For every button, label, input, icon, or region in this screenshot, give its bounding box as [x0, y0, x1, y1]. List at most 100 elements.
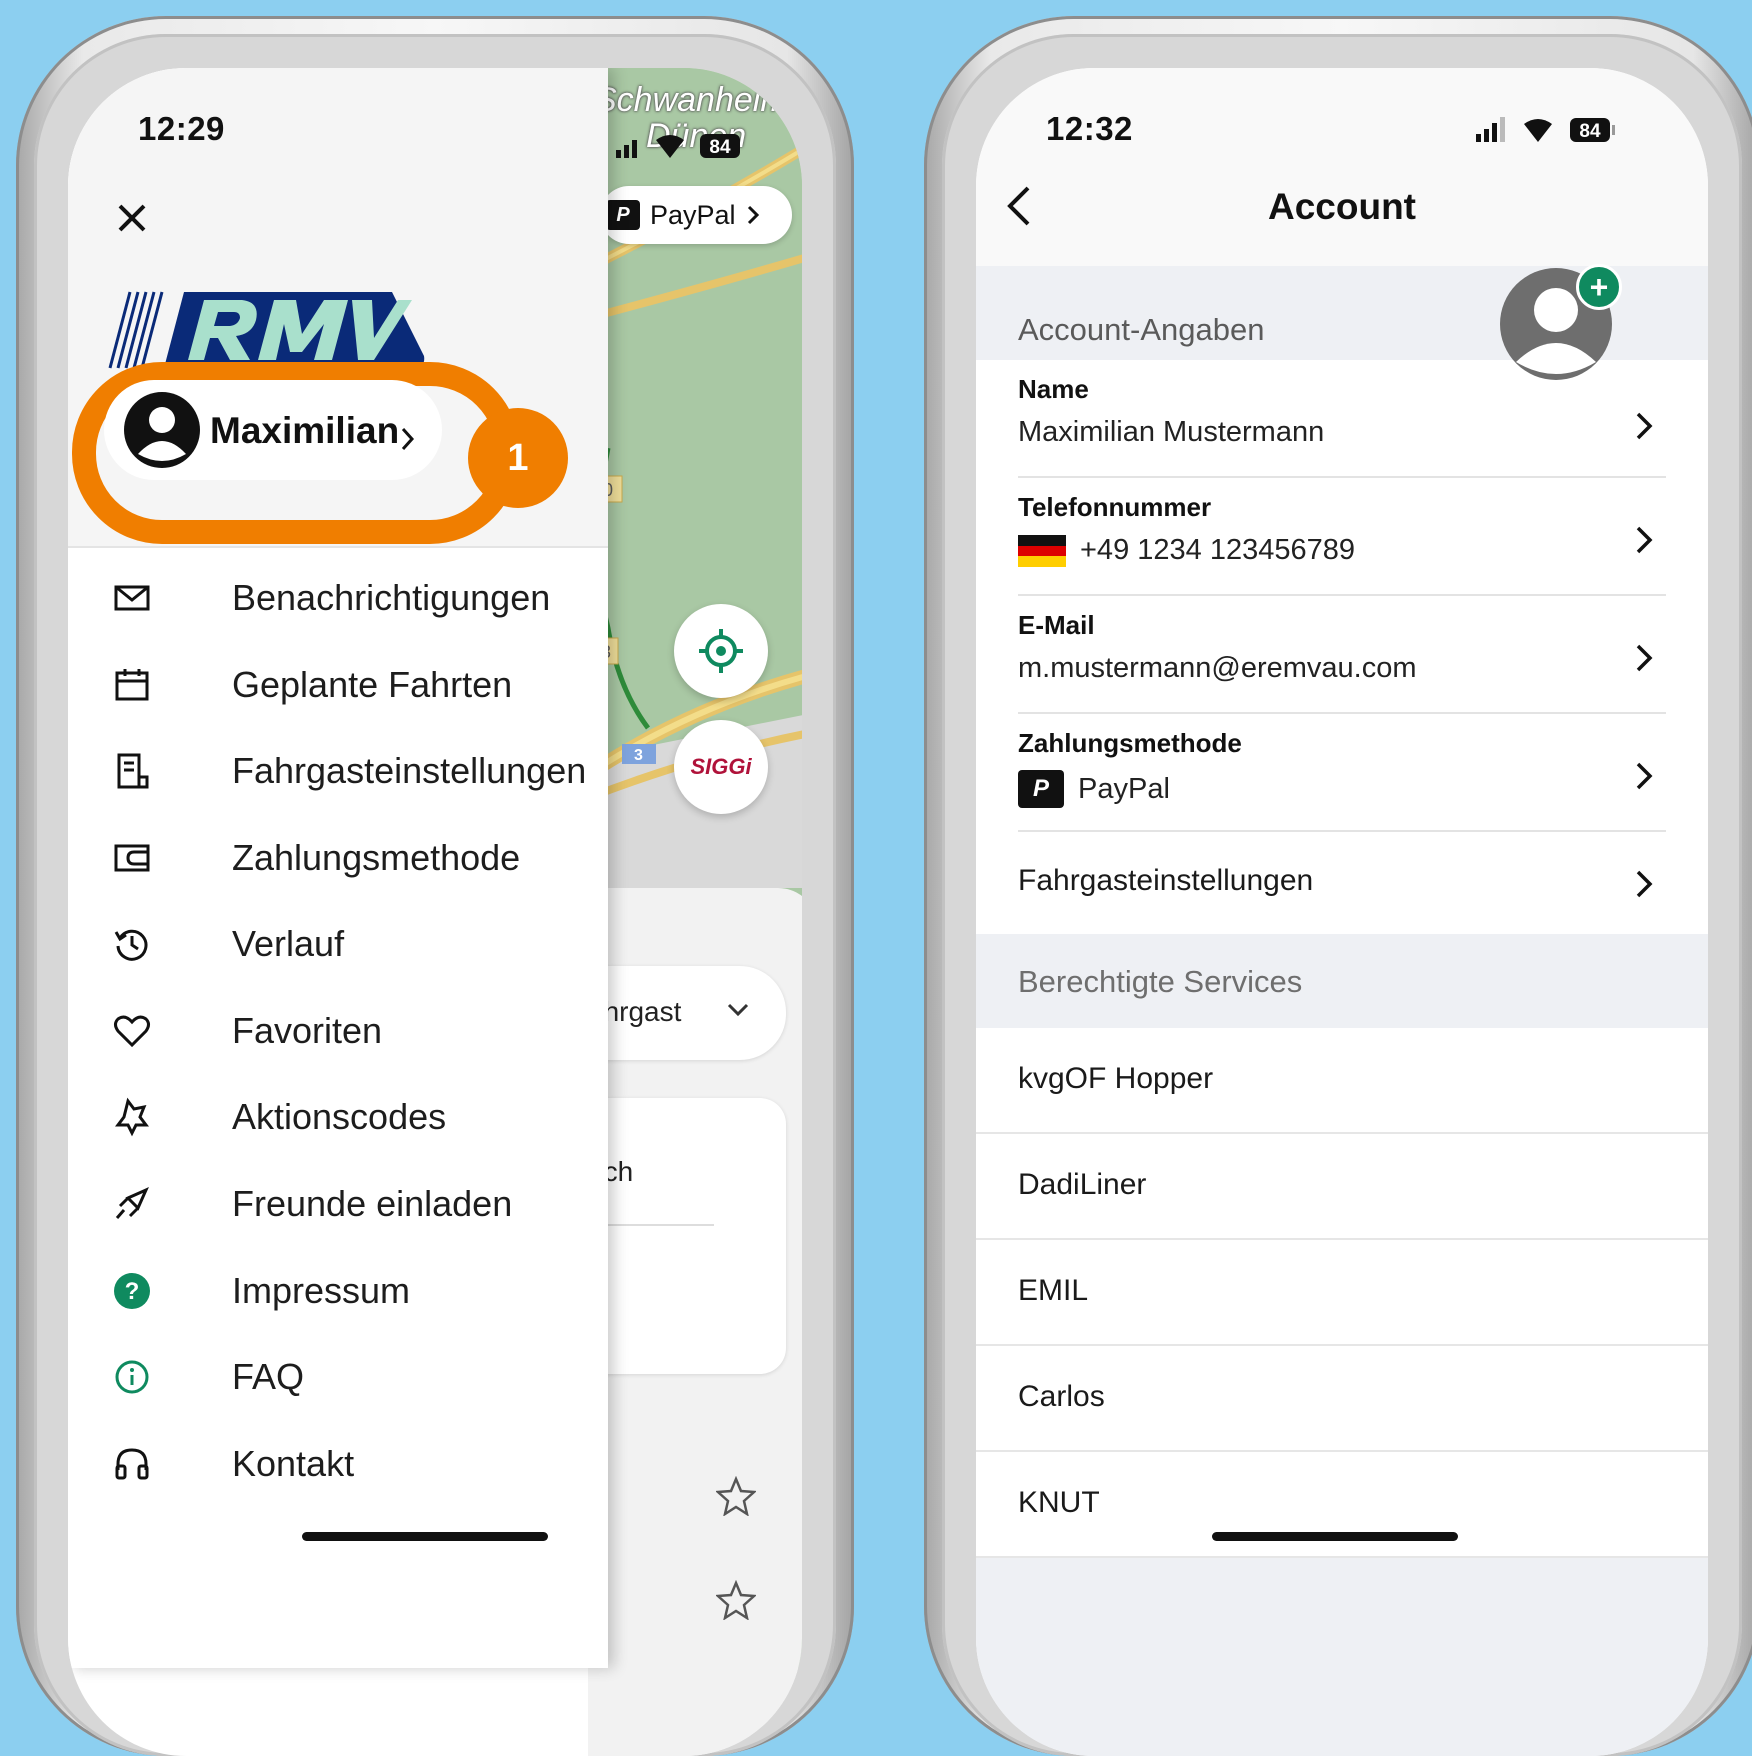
svg-text:?: ? [125, 1278, 140, 1305]
paypal-icon: P [1018, 770, 1064, 808]
passenger-dropdown[interactable]: ahrgast [588, 966, 786, 1060]
siggi-logo: SIGGi [690, 754, 752, 779]
home-indicator[interactable] [1212, 1532, 1458, 1541]
phone-value: +49 1234 123456789 [1080, 534, 1355, 566]
menu-label: Fahrgasteinstellungen [232, 750, 587, 791]
row-fahrgasteinstellungen[interactable]: Fahrgasteinstellungen [1018, 832, 1666, 932]
menu-label: Kontakt [232, 1443, 355, 1484]
screen-menu: 40 43 3 Schwanheimer Dünen P PayPal [68, 68, 802, 1756]
chevron-right-icon [1636, 762, 1653, 790]
close-icon[interactable] [112, 198, 152, 238]
screen-account: 12:32 84 Account Account-Angaben + Name … [976, 68, 1708, 1756]
heart-icon [114, 1015, 150, 1048]
menu-label: Benachrichtigungen [232, 577, 551, 618]
chevron-right-icon [1636, 526, 1653, 554]
home-indicator[interactable] [302, 1532, 548, 1541]
payment-value: PayPal [1078, 772, 1170, 805]
divider [68, 546, 608, 548]
star-icon[interactable] [716, 1476, 756, 1516]
promo-badge-icon [115, 1097, 149, 1137]
user-avatar-icon [124, 392, 200, 468]
destination-card[interactable]: ach [588, 1098, 786, 1374]
section-title: Account-Angaben [1018, 312, 1265, 347]
paypal-icon: P [606, 200, 640, 230]
passenger-settings-icon [117, 753, 149, 789]
service-row[interactable]: EMIL [976, 1240, 1708, 1346]
list-footer [976, 1558, 1708, 1756]
service-name: EMIL [1018, 1274, 1089, 1307]
service-name: Carlos [1018, 1380, 1105, 1413]
wallet-icon [114, 844, 150, 872]
chevron-right-icon [1636, 644, 1653, 672]
rocket-icon [115, 1187, 149, 1219]
menu-item-favoriten[interactable]: Favoriten [112, 1001, 592, 1061]
menu-item-verlauf[interactable]: Verlauf [112, 914, 592, 974]
phone-bezel: 12:32 84 Account Account-Angaben + Name … [942, 34, 1742, 1756]
envelope-icon [114, 585, 150, 611]
service-row[interactable]: KNUT [976, 1452, 1708, 1558]
field-value: P PayPal [1018, 770, 1170, 808]
headset-icon [115, 1448, 149, 1480]
history-icon [114, 929, 148, 961]
profile-name: Maximilian [210, 410, 400, 451]
service-row[interactable]: Carlos [976, 1346, 1708, 1452]
menu-item-kontakt[interactable]: Kontakt [112, 1434, 592, 1494]
locate-me-button[interactable] [674, 604, 768, 698]
booking-sheet: ahrgast ach [588, 888, 802, 1756]
service-row[interactable]: kvgOF Hopper [976, 1028, 1708, 1134]
nav-bar: 12:32 84 Account [976, 68, 1708, 266]
menu-label: Zahlungsmethode [232, 837, 521, 878]
menu-item-zahlungsmethode[interactable]: Zahlungsmethode [112, 828, 592, 888]
map-place-name: Schwanheimer [594, 81, 802, 119]
menu-label: Geplante Fahrten [232, 664, 513, 705]
star-icon[interactable] [716, 1580, 756, 1620]
menu-item-geplante-fahrten[interactable]: Geplante Fahrten [112, 655, 592, 715]
email-value: m.mustermann@eremvau.com [1018, 652, 1417, 684]
service-name: KNUT [1018, 1486, 1100, 1519]
chevron-right-icon [747, 205, 759, 225]
payment-pill-label: PayPal [650, 199, 736, 230]
menu-item-fahrgasteinstellungen[interactable]: Fahrgasteinstellungen [112, 741, 592, 801]
menu-item-benachrichtigungen[interactable]: Benachrichtigungen [112, 568, 592, 628]
field-value: m.mustermann@eremvau.com [1018, 652, 1417, 685]
field-telefonnummer[interactable]: Telefonnummer +49 1234 123456789 [1018, 478, 1666, 596]
field-label: E-Mail [1018, 610, 1095, 640]
section-title: Berechtigte Services [1018, 964, 1303, 999]
info-icon [115, 1360, 149, 1394]
payment-method-pill[interactable]: P PayPal [600, 186, 792, 244]
phone-bezel: 40 43 3 Schwanheimer Dünen P PayPal [34, 34, 836, 1756]
menu-label: Aktionscodes [232, 1096, 447, 1137]
service-row[interactable]: DadiLiner [976, 1134, 1708, 1240]
menu-label: Verlauf [232, 923, 345, 964]
menu-item-faq[interactable]: FAQ [112, 1347, 592, 1407]
status-icons: 84 [1476, 117, 1615, 142]
side-drawer: 12:29 Maximilian 1 Benachrichtigungen Ge… [68, 68, 608, 1668]
field-label: Telefonnummer [1018, 492, 1212, 522]
field-name[interactable]: Name Maximilian Mustermann [1018, 360, 1666, 478]
battery-level: 84 [709, 137, 731, 158]
calendar-icon [115, 669, 149, 701]
menu-label: Favoriten [232, 1010, 383, 1051]
menu-label: Impressum [232, 1270, 411, 1311]
field-label: Zahlungsmethode [1018, 728, 1242, 758]
chevron-right-icon [1636, 870, 1653, 898]
menu-label: FAQ [232, 1356, 305, 1397]
menu-item-aktionscodes[interactable]: Aktionscodes [112, 1087, 592, 1147]
chevron-right-icon [401, 427, 415, 451]
page-title: Account [1268, 186, 1416, 227]
road-label: 3 [634, 747, 643, 764]
add-photo-icon[interactable]: + [1576, 264, 1622, 310]
rmv-logo [108, 291, 425, 369]
chevron-down-icon [727, 1003, 749, 1017]
field-zahlungsmethode[interactable]: Zahlungsmethode P PayPal [1018, 714, 1666, 832]
siggi-button[interactable]: SIGGi [674, 720, 768, 814]
field-value: +49 1234 123456789 [1018, 534, 1355, 567]
menu-item-freunde-einladen[interactable]: Freunde einladen [112, 1174, 592, 1234]
menu-item-impressum[interactable]: ? Impressum [112, 1261, 592, 1321]
service-name: DadiLiner [1018, 1168, 1147, 1201]
field-email[interactable]: E-Mail m.mustermann@eremvau.com [1018, 596, 1666, 714]
row-label: Fahrgasteinstellungen [1018, 864, 1314, 897]
battery-level: 84 [1579, 121, 1601, 142]
germany-flag-icon [1018, 534, 1066, 567]
phone-frame-right: 12:32 84 Account Account-Angaben + Name … [924, 16, 1752, 1756]
